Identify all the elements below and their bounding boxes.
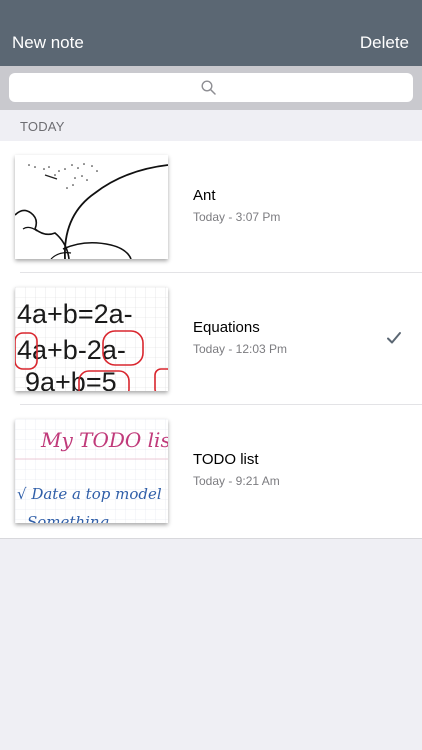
navigation-bar: New note Delete xyxy=(0,0,422,66)
checkmark-icon xyxy=(387,332,401,344)
note-title: Equations xyxy=(193,319,260,336)
new-note-button[interactable]: New note xyxy=(12,32,84,54)
equation-line-2: 4a+b-2a- xyxy=(17,335,126,365)
note-row-ant[interactable]: Ant Today - 3:07 Pm xyxy=(0,141,422,273)
delete-button[interactable]: Delete xyxy=(360,32,409,54)
note-thumbnail-todo: My TODO list √ Date a top model Somethin… xyxy=(15,419,168,523)
search-icon xyxy=(201,80,216,95)
notes-list: Ant Today - 3:07 Pm 4a+b=2a- 4a+b-2a- 9a… xyxy=(0,141,422,539)
section-header-label: TODAY xyxy=(20,119,65,134)
todo-heading: My TODO list xyxy=(40,428,168,452)
note-date: Today - 3:07 Pm xyxy=(193,210,281,224)
section-header: TODAY xyxy=(0,110,422,142)
search-input[interactable] xyxy=(9,73,413,102)
note-thumbnail-ant xyxy=(15,155,168,259)
todo-item-2: Something xyxy=(27,513,109,523)
search-bar xyxy=(0,66,422,110)
note-row-equations[interactable]: 4a+b=2a- 4a+b-2a- 9a+b=5 Equations Today… xyxy=(0,273,422,405)
note-row-todo-list[interactable]: My TODO list √ Date a top model Somethin… xyxy=(0,405,422,537)
equation-line-1: 4a+b=2a- xyxy=(17,299,133,329)
note-thumbnail-equations: 4a+b=2a- 4a+b-2a- 9a+b=5 xyxy=(15,287,168,391)
note-date: Today - 12:03 Pm xyxy=(193,342,288,356)
todo-item-1: √ Date a top model xyxy=(17,485,162,503)
note-title: Ant xyxy=(193,187,216,204)
note-date: Today - 9:21 Am xyxy=(193,474,280,488)
note-title: TODO list xyxy=(193,451,259,468)
